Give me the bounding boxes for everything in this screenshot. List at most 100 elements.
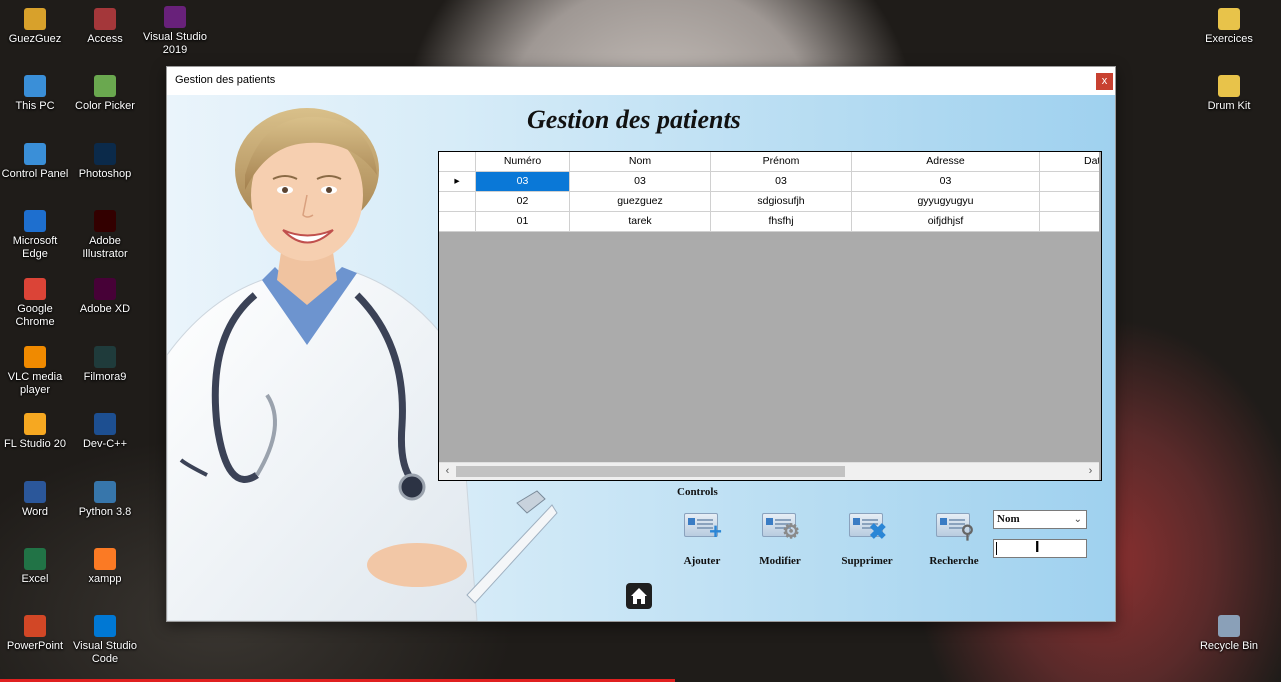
table-cell[interactable]: sdgiosufjh [711, 192, 852, 212]
desktop-icon-excel[interactable]: Excel [1, 548, 69, 586]
table-cell[interactable]: oifjdhjsf [852, 212, 1040, 232]
column-header-nom[interactable]: Nom [570, 152, 711, 172]
scroll-left-icon[interactable]: ‹ [439, 463, 456, 480]
column-header-prenom[interactable]: Prénom [711, 152, 852, 172]
fl-studio-icon [24, 413, 46, 435]
desktop-icon-edge[interactable]: Microsoft Edge [1, 210, 69, 261]
scroll-right-icon[interactable]: › [1082, 463, 1099, 480]
table-cell[interactable]: 03 [570, 172, 711, 192]
close-button[interactable]: x [1096, 73, 1113, 90]
home-icon [631, 588, 647, 604]
desktop-icon-label: Microsoft Edge [12, 235, 58, 260]
desktop-icon-powerpoint[interactable]: PowerPoint [1, 615, 69, 653]
search-field-select[interactable]: Nom ⌄ [993, 510, 1087, 529]
desktop-icon-illustrator[interactable]: Adobe Illustrator [71, 210, 139, 261]
desktop-icon-folder[interactable]: Exercices [1195, 8, 1263, 46]
table-cell[interactable]: 02 [476, 192, 570, 212]
scrollbar-thumb[interactable] [456, 466, 845, 477]
desktop-icon-color-picker[interactable]: Color Picker [71, 75, 139, 113]
photoshop-icon [94, 143, 116, 165]
computer-icon [24, 75, 46, 97]
window-client-area: Gestion des patients Numéro Nom Prénom A… [167, 95, 1115, 621]
table-row[interactable]: 01 tarek fhsfhj oifjdhjsf [439, 212, 1099, 232]
table-cell[interactable] [1040, 192, 1099, 212]
patients-grid[interactable]: Numéro Nom Prénom Adresse Dat ▸ 03 03 03… [438, 151, 1102, 481]
desktop-icon-dev-cpp[interactable]: Dev-C++ [71, 413, 139, 451]
desktop-icon-vscode[interactable]: Visual Studio Code [71, 615, 139, 666]
vlc-icon [24, 346, 46, 368]
ajouter-label: Ajouter [683, 555, 721, 567]
column-header-adresse[interactable]: Adresse [852, 152, 1040, 172]
table-cell[interactable] [1040, 212, 1099, 232]
xampp-icon [94, 548, 116, 570]
control-panel-icon [24, 143, 46, 165]
desktop-icon-label: xampp [88, 573, 122, 585]
desktop-icon-photoshop[interactable]: Photoshop [71, 143, 139, 181]
edit-patient-gear-icon: ⚙ [760, 509, 800, 543]
table-row[interactable]: 02 guezguez sdgiosufjh gyyugyugyu [439, 192, 1099, 212]
supprimer-button[interactable]: ✖ Supprimer [827, 509, 907, 567]
page-heading: Gestion des patients [527, 105, 741, 134]
excel-icon [24, 548, 46, 570]
powerpoint-icon [24, 615, 46, 637]
desktop-icon-label: Visual Studio Code [72, 640, 137, 665]
color-picker-icon [94, 75, 116, 97]
desktop-icon-label: Excel [21, 573, 49, 585]
table-cell[interactable]: guezguez [570, 192, 711, 212]
table-cell[interactable]: 03 [852, 172, 1040, 192]
desktop-icon-label: Recycle Bin [1199, 640, 1259, 652]
desktop-icon-vlc[interactable]: VLC media player [1, 346, 69, 397]
desktop-icon-python[interactable]: Python 3.8 [71, 481, 139, 519]
add-patient-icon: + [682, 509, 722, 543]
filmora-icon [94, 346, 116, 368]
table-cell[interactable]: 03 [476, 172, 570, 192]
table-cell[interactable]: gyyugyugyu [852, 192, 1040, 212]
desktop-icon-label: Photoshop [78, 168, 132, 180]
desktop-icon-visual-studio[interactable]: Visual Studio 2019 [141, 6, 209, 57]
desktop-icon-drum-kit[interactable]: Drum Kit [1195, 75, 1263, 113]
column-header-numero[interactable]: Numéro [476, 152, 570, 172]
column-header-date[interactable]: Dat [1040, 152, 1099, 172]
recycle-bin-icon [1218, 615, 1240, 637]
recherche-button[interactable]: ⚲ Recherche [914, 509, 994, 567]
desktop-icon-adobe-xd[interactable]: Adobe XD [71, 278, 139, 316]
row-header[interactable] [439, 192, 476, 212]
desktop-icon-filmora[interactable]: Filmora9 [71, 346, 139, 384]
home-button[interactable] [626, 583, 652, 609]
desktop-icon-recycle-bin[interactable]: Recycle Bin [1195, 615, 1263, 653]
desktop-icon-label: Control Panel [1, 168, 69, 180]
illustrator-icon [94, 210, 116, 232]
table-row[interactable]: ▸ 03 03 03 03 [439, 172, 1099, 192]
desktop-icon-chrome[interactable]: Google Chrome [1, 278, 69, 329]
desktop-icon-label: Python 3.8 [78, 506, 132, 518]
desktop-icon-user-folder[interactable]: GuezGuez [1, 8, 69, 46]
window-titlebar[interactable]: Gestion des patients x [167, 67, 1115, 95]
edge-icon [24, 210, 46, 232]
desktop-icon-label: Adobe XD [79, 303, 131, 315]
desktop-icon-label: Drum Kit [1207, 100, 1251, 112]
table-cell[interactable]: tarek [570, 212, 711, 232]
desktop-icon-control-panel[interactable]: Control Panel [1, 143, 69, 181]
modifier-button[interactable]: ⚙ Modifier [740, 509, 820, 567]
recherche-label: Recherche [929, 555, 979, 567]
search-input[interactable] [993, 539, 1087, 558]
desktop-icon-label: VLC media player [7, 371, 63, 396]
search-field-selected: Nom [997, 513, 1020, 525]
text-caret [996, 542, 997, 555]
table-cell[interactable] [1040, 172, 1099, 192]
horizontal-scrollbar[interactable]: ‹ › [439, 462, 1099, 480]
desktop-icon-word[interactable]: Word [1, 481, 69, 519]
word-icon [24, 481, 46, 503]
adobe-xd-icon [94, 278, 116, 300]
row-header[interactable] [439, 212, 476, 232]
desktop-icon-access[interactable]: Access [71, 8, 139, 46]
desktop-icon-computer[interactable]: This PC [1, 75, 69, 113]
desktop-icon-xampp[interactable]: xampp [71, 548, 139, 586]
chevron-down-icon[interactable]: ⌄ [1074, 511, 1082, 528]
controls-group-label: Controls [677, 486, 718, 498]
ajouter-button[interactable]: + Ajouter [662, 509, 742, 567]
table-cell[interactable]: 03 [711, 172, 852, 192]
desktop-icon-fl-studio[interactable]: FL Studio 20 [1, 413, 69, 451]
table-cell[interactable]: 01 [476, 212, 570, 232]
table-cell[interactable]: fhsfhj [711, 212, 852, 232]
